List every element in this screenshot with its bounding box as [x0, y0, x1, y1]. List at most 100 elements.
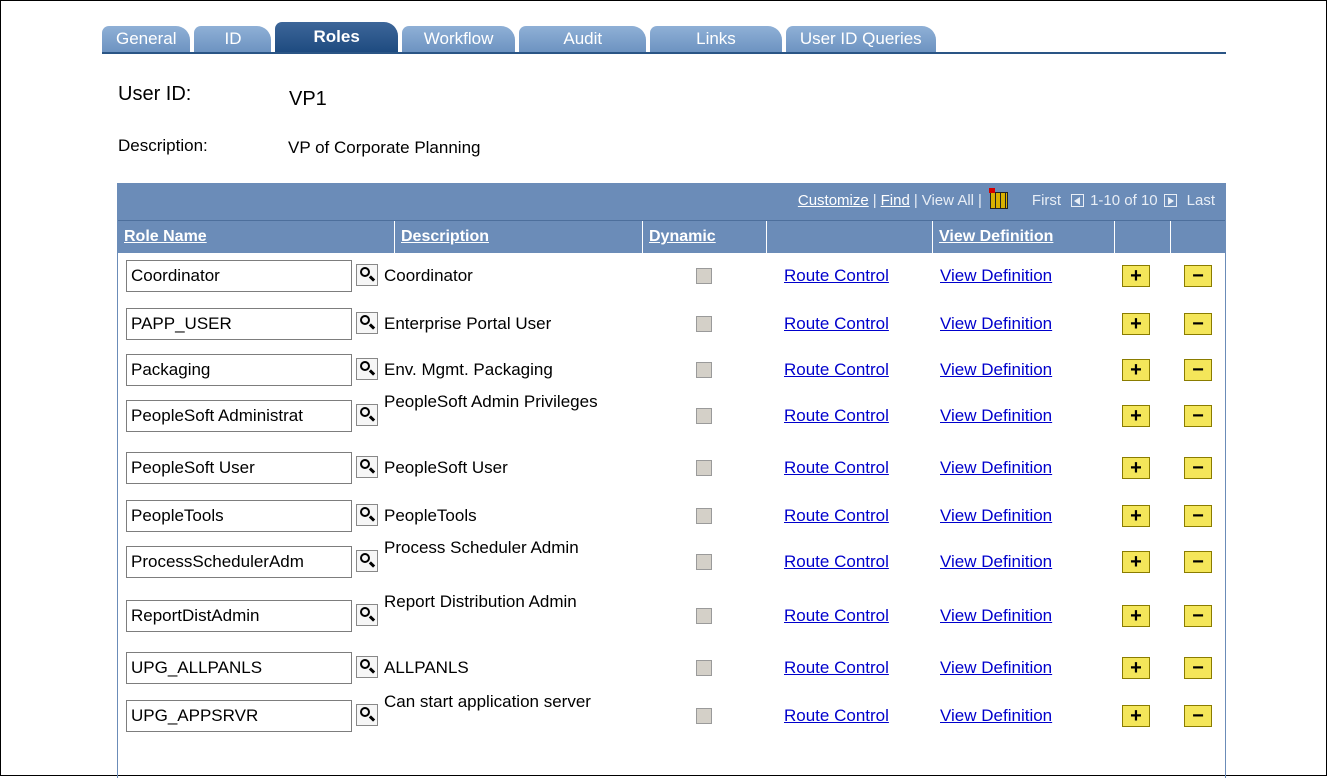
add-row-button[interactable]: + — [1122, 359, 1150, 381]
column-header-view-definition[interactable]: View Definition — [932, 221, 1114, 253]
download-grid-icon[interactable] — [988, 188, 1008, 209]
add-row-button[interactable]: + — [1122, 313, 1150, 335]
role-name-input[interactable]: PeopleSoft Administrat — [126, 400, 352, 432]
view-all-link: View All — [921, 192, 974, 209]
tab-audit[interactable]: Audit — [519, 26, 647, 52]
add-row-button[interactable]: + — [1122, 265, 1150, 287]
delete-row-button[interactable]: − — [1184, 359, 1212, 381]
magnifier-handle — [368, 467, 376, 474]
column-header-description[interactable]: Description — [394, 221, 642, 253]
role-description: PeopleSoft Admin Privileges — [384, 392, 598, 411]
view-definition-link[interactable]: View Definition — [940, 406, 1052, 426]
role-name-input[interactable]: ProcessSchedulerAdm — [126, 546, 352, 578]
magnifier-icon — [360, 361, 370, 371]
grid-nav-bar: Customize | Find | View All | First 1-10… — [118, 184, 1225, 220]
role-name-input[interactable]: Coordinator — [126, 260, 352, 292]
role-lookup-button[interactable] — [356, 264, 378, 286]
nav-separator: | — [913, 192, 918, 209]
add-row-button[interactable]: + — [1122, 605, 1150, 627]
role-lookup-button[interactable] — [356, 704, 378, 726]
dynamic-checkbox — [696, 408, 712, 424]
customize-link[interactable]: Customize — [798, 192, 869, 209]
route-control-link[interactable]: Route Control — [784, 658, 889, 678]
dynamic-checkbox — [696, 708, 712, 724]
role-lookup-button[interactable] — [356, 550, 378, 572]
route-control-link[interactable]: Route Control — [784, 406, 889, 426]
tab-roles[interactable]: Roles — [275, 22, 398, 52]
role-lookup-button[interactable] — [356, 312, 378, 334]
nav-separator: | — [978, 192, 982, 209]
role-lookup-button[interactable] — [356, 358, 378, 380]
role-name-input[interactable]: ReportDistAdmin — [126, 600, 352, 632]
view-definition-link[interactable]: View Definition — [940, 314, 1052, 334]
role-name-input[interactable]: PeopleSoft User — [126, 452, 352, 484]
role-name-input[interactable]: PeopleTools — [126, 500, 352, 532]
delete-row-button[interactable]: − — [1184, 265, 1212, 287]
magnifier-handle — [368, 369, 376, 376]
view-definition-link[interactable]: View Definition — [940, 658, 1052, 678]
role-name-input[interactable]: Packaging — [126, 354, 352, 386]
role-name-input[interactable]: UPG_ALLPANLS — [126, 652, 352, 684]
add-row-button[interactable]: + — [1122, 505, 1150, 527]
delete-row-button[interactable]: − — [1184, 505, 1212, 527]
view-definition-link[interactable]: View Definition — [940, 552, 1052, 572]
add-row-button[interactable]: + — [1122, 551, 1150, 573]
delete-row-button[interactable]: − — [1184, 313, 1212, 335]
magnifier-handle — [368, 323, 376, 330]
role-description: Report Distribution Admin — [384, 592, 577, 611]
magnifier-icon — [360, 267, 370, 277]
tab-links[interactable]: Links — [650, 26, 782, 52]
delete-row-button[interactable]: − — [1184, 657, 1212, 679]
next-page-icon[interactable] — [1163, 194, 1177, 207]
route-control-link[interactable]: Route Control — [784, 314, 889, 334]
previous-page-icon[interactable] — [1071, 194, 1085, 207]
view-definition-link[interactable]: View Definition — [940, 706, 1052, 726]
role-lookup-button[interactable] — [356, 456, 378, 478]
route-control-link[interactable]: Route Control — [784, 706, 889, 726]
route-control-link[interactable]: Route Control — [784, 266, 889, 286]
add-row-button[interactable]: + — [1122, 457, 1150, 479]
tab-general[interactable]: General — [102, 26, 191, 52]
delete-row-button[interactable]: − — [1184, 457, 1212, 479]
role-name-input[interactable]: PAPP_USER — [126, 308, 352, 340]
route-control-link[interactable]: Route Control — [784, 552, 889, 572]
view-definition-link[interactable]: View Definition — [940, 266, 1052, 286]
dynamic-checkbox — [696, 608, 712, 624]
column-header-dynamic[interactable]: Dynamic — [642, 221, 766, 253]
view-definition-link[interactable]: View Definition — [940, 360, 1052, 380]
role-lookup-button[interactable] — [356, 604, 378, 626]
add-row-button[interactable]: + — [1122, 405, 1150, 427]
role-lookup-button[interactable] — [356, 404, 378, 426]
column-header-role-name[interactable]: Role Name — [118, 221, 394, 253]
magnifier-icon — [360, 553, 370, 563]
magnifier-handle — [368, 615, 376, 622]
view-definition-link[interactable]: View Definition — [940, 606, 1052, 626]
route-control-link[interactable]: Route Control — [784, 606, 889, 626]
delete-row-button[interactable]: − — [1184, 605, 1212, 627]
role-lookup-button[interactable] — [356, 656, 378, 678]
roles-grid: Customize | Find | View All | First 1-10… — [117, 183, 1226, 778]
role-description: PeopleTools — [384, 506, 477, 525]
add-row-button[interactable]: + — [1122, 705, 1150, 727]
role-name-input[interactable]: UPG_APPSRVR — [126, 700, 352, 732]
delete-row-button[interactable]: − — [1184, 551, 1212, 573]
grid-navigation: Customize | Find | View All | First 1-10… — [798, 188, 1219, 209]
route-control-link[interactable]: Route Control — [784, 360, 889, 380]
dynamic-checkbox — [696, 460, 712, 476]
tab-workflow[interactable]: Workflow — [401, 26, 516, 52]
magnifier-icon — [360, 407, 370, 417]
nav-separator: | — [872, 192, 877, 209]
view-definition-link[interactable]: View Definition — [940, 506, 1052, 526]
delete-row-button[interactable]: − — [1184, 405, 1212, 427]
delete-row-button[interactable]: − — [1184, 705, 1212, 727]
add-row-button[interactable]: + — [1122, 657, 1150, 679]
role-description: Process Scheduler Admin — [384, 538, 579, 557]
row-range: 1-10 of 10 — [1090, 192, 1158, 209]
role-lookup-button[interactable] — [356, 504, 378, 526]
route-control-link[interactable]: Route Control — [784, 458, 889, 478]
tab-user-id-queries[interactable]: User ID Queries — [785, 26, 936, 52]
tab-id[interactable]: ID — [194, 26, 272, 52]
route-control-link[interactable]: Route Control — [784, 506, 889, 526]
view-definition-link[interactable]: View Definition — [940, 458, 1052, 478]
find-link[interactable]: Find — [881, 192, 910, 209]
